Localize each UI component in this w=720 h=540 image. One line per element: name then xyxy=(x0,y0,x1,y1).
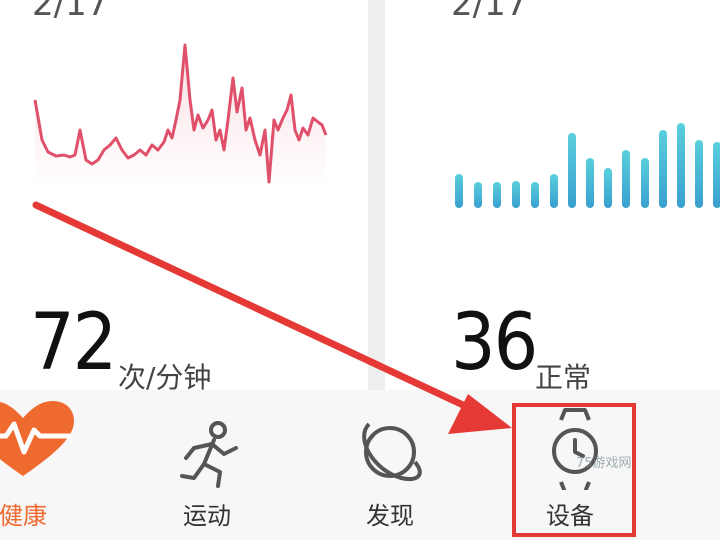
watermark: 75游戏网 xyxy=(576,456,632,471)
